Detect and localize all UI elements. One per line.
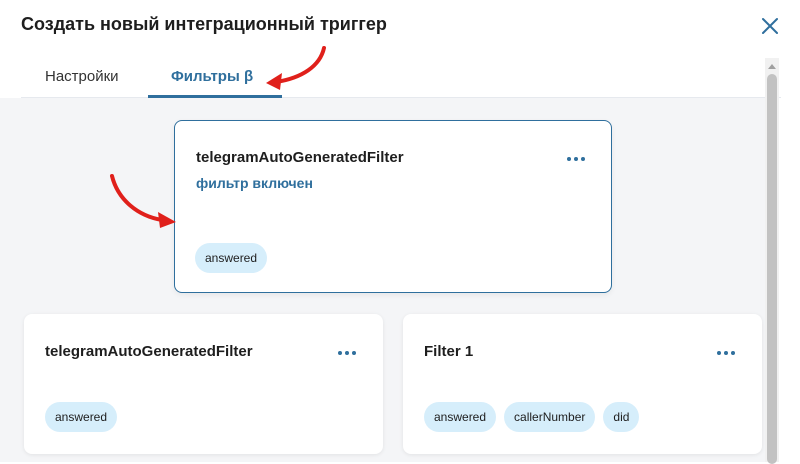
filter-card[interactable]: Filter 1 answered callerNumber did bbox=[403, 314, 762, 454]
more-horizontal-icon bbox=[717, 351, 735, 355]
more-options-button[interactable] bbox=[565, 151, 587, 161]
filter-name: Filter 1 bbox=[424, 343, 474, 360]
more-options-button[interactable] bbox=[715, 345, 737, 355]
filter-card[interactable]: telegramAutoGeneratedFilter answered bbox=[24, 314, 383, 454]
filter-tags: answered callerNumber did bbox=[424, 402, 640, 432]
filter-name: telegramAutoGeneratedFilter bbox=[45, 343, 253, 360]
more-options-button[interactable] bbox=[336, 345, 358, 355]
filter-card-enabled[interactable]: telegramAutoGeneratedFilter фильтр включ… bbox=[174, 120, 612, 293]
tab-bar: Настройки Фильтры β bbox=[21, 60, 781, 98]
filter-tags: answered bbox=[195, 243, 268, 273]
filter-tag[interactable]: answered bbox=[424, 402, 497, 432]
close-button[interactable] bbox=[758, 14, 782, 38]
tab-filters[interactable]: Фильтры β bbox=[171, 68, 253, 85]
more-horizontal-icon bbox=[567, 157, 585, 161]
scroll-thumb[interactable] bbox=[767, 74, 777, 464]
tab-settings[interactable]: Настройки bbox=[45, 68, 119, 85]
filter-tag[interactable]: callerNumber bbox=[504, 402, 596, 432]
filter-tag[interactable]: answered bbox=[195, 243, 268, 273]
filter-tag[interactable]: answered bbox=[45, 402, 118, 432]
filter-tag[interactable]: did bbox=[603, 402, 640, 432]
more-horizontal-icon bbox=[338, 351, 356, 355]
scroll-up-arrow-icon[interactable] bbox=[768, 64, 776, 69]
filter-status: фильтр включен bbox=[196, 175, 313, 191]
create-trigger-dialog: Создать новый интеграционный триггер Нас… bbox=[0, 0, 800, 464]
scrollbar[interactable] bbox=[765, 58, 779, 464]
dialog-title: Создать новый интеграционный триггер bbox=[21, 14, 387, 34]
close-icon bbox=[762, 18, 778, 34]
filter-tags: answered bbox=[45, 402, 118, 432]
filter-name: telegramAutoGeneratedFilter bbox=[196, 149, 404, 166]
